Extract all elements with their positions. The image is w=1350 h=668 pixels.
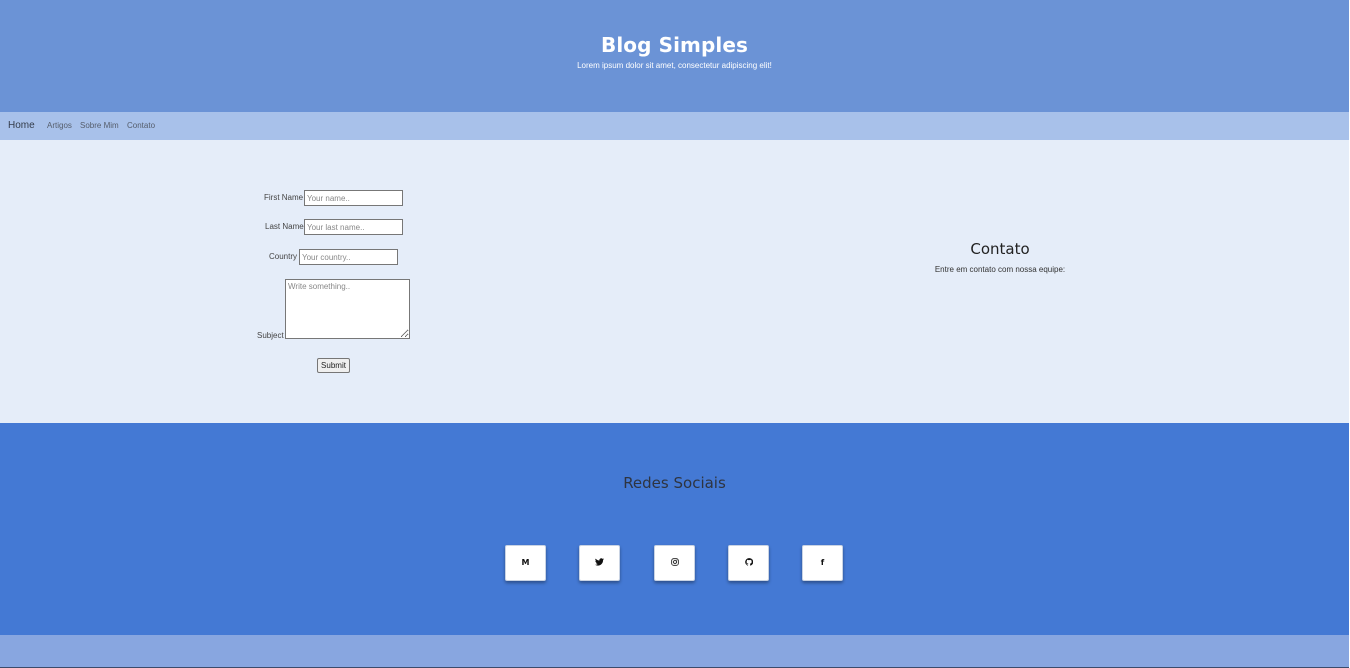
site-subtitle: Lorem ipsum dolor sit amet, consectetur … (577, 61, 772, 70)
contact-text: Entre em contato com nossa equipe: (934, 265, 1066, 274)
instagram-button[interactable] (654, 545, 695, 581)
country-label: Country (269, 252, 298, 261)
submit-button[interactable]: Submit (317, 358, 350, 373)
github-icon (744, 558, 753, 568)
nav-item-sobre-mim[interactable]: Sobre Mim (80, 112, 119, 140)
twitter-icon (595, 558, 604, 568)
facebook-button[interactable]: f (802, 545, 843, 581)
last-name-label: Last Name (265, 222, 304, 231)
social-section: Redes Sociais M f (0, 423, 1349, 635)
subject-textarea[interactable] (285, 279, 410, 339)
last-name-input[interactable] (304, 219, 403, 235)
nav-item-artigos[interactable]: Artigos (47, 112, 72, 140)
medium-icon: M (521, 558, 530, 567)
github-button[interactable] (728, 545, 769, 581)
nav-item-contato[interactable]: Contato (127, 112, 155, 140)
contact-title: Contato (970, 240, 1030, 258)
page-footer (0, 635, 1349, 668)
twitter-button[interactable] (579, 545, 620, 581)
main-content: First Name Last Name Country Subject Sub… (0, 140, 1349, 423)
first-name-label: First Name (264, 193, 304, 202)
page-header: Blog Simples Lorem ipsum dolor sit amet,… (0, 0, 1349, 112)
instagram-icon (670, 558, 679, 568)
subject-label: Subject (257, 331, 284, 340)
facebook-icon: f (820, 558, 825, 567)
nav-item-home[interactable]: Home (8, 112, 35, 140)
site-title: Blog Simples (600, 33, 749, 57)
first-name-input[interactable] (304, 190, 403, 206)
country-input[interactable] (299, 249, 398, 265)
medium-button[interactable]: M (505, 545, 546, 581)
social-title: Redes Sociais (623, 474, 726, 492)
top-nav: Home Artigos Sobre Mim Contato (0, 112, 1349, 140)
